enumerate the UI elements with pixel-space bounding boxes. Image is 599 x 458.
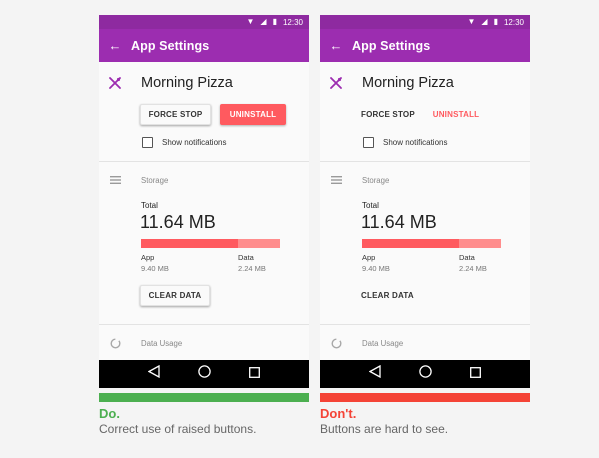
app-legend-value: 9.40 MB — [362, 264, 390, 273]
status-time: 12:30 — [503, 17, 524, 27]
notifications-row[interactable]: Show notifications — [363, 137, 447, 148]
uninstall-button[interactable]: UNINSTALL — [426, 104, 486, 125]
clear-data-button[interactable]: CLEAR DATA — [361, 285, 431, 306]
status-bar: ▼ ◢ ▮ 12:30 — [99, 15, 309, 29]
storage-section-header: Storage — [320, 173, 530, 187]
do-description: Correct use of raised buttons. — [99, 422, 257, 436]
app-name: Morning Pizza — [141, 75, 233, 91]
storage-bar-data — [238, 239, 280, 248]
data-usage-circle-icon — [99, 337, 131, 349]
arrow-back-icon[interactable]: ← — [320, 38, 352, 53]
notifications-label: Show notifications — [383, 138, 448, 147]
do-indicator-bar — [99, 393, 309, 402]
data-legend-value: 2.24 MB — [238, 264, 266, 273]
recents-square-icon[interactable] — [249, 365, 260, 383]
notifications-row[interactable]: Show notifications — [142, 137, 226, 148]
data-usage-circle-icon — [320, 337, 352, 349]
total-value: 11.64 MB — [361, 212, 437, 232]
dont-indicator-bar — [320, 393, 530, 402]
data-usage-label: Data Usage — [141, 338, 183, 348]
app-name: Morning Pizza — [362, 75, 454, 91]
signal-icon: ◢ — [481, 17, 488, 26]
storage-bar-app — [141, 239, 239, 248]
app-legend: App 9.40 MB — [362, 252, 390, 274]
storage-bar-data — [459, 239, 501, 248]
signal-icon: ◢ — [260, 17, 267, 26]
total-value: 11.64 MB — [140, 212, 216, 232]
storage-label: Storage — [362, 175, 390, 185]
total-label: Total — [362, 201, 379, 210]
battery-icon: ▮ — [272, 17, 277, 26]
data-usage-section-header: Data Usage — [99, 336, 309, 350]
notifications-checkbox[interactable] — [142, 137, 153, 148]
app-legend: App 9.40 MB — [141, 252, 169, 274]
storage-label: Storage — [141, 175, 169, 185]
recents-square-icon[interactable] — [470, 365, 481, 383]
status-bar: ▼ ◢ ▮ 12:30 — [320, 15, 530, 29]
back-triangle-icon[interactable] — [368, 364, 381, 383]
data-usage-section-header: Data Usage — [320, 336, 530, 350]
wifi-icon: ▼ — [246, 17, 255, 26]
data-legend-label: Data — [459, 253, 475, 262]
home-circle-icon[interactable] — [419, 365, 432, 383]
total-label: Total — [141, 201, 158, 210]
notifications-label: Show notifications — [162, 138, 227, 147]
fork-knife-icon — [320, 77, 352, 89]
app-header: Morning Pizza — [320, 73, 530, 93]
arrow-back-icon[interactable]: ← — [99, 38, 131, 53]
data-legend-label: Data — [238, 253, 254, 262]
back-triangle-icon[interactable] — [147, 364, 160, 383]
uninstall-button[interactable]: UNINSTALL — [220, 104, 286, 125]
data-legend: Data 2.24 MB — [459, 252, 487, 274]
app-bar-title: App Settings — [352, 38, 431, 53]
status-time: 12:30 — [282, 17, 303, 27]
app-bar: ← App Settings — [99, 29, 309, 62]
data-legend-value: 2.24 MB — [459, 264, 487, 273]
fork-knife-icon — [99, 77, 131, 89]
app-bar: ← App Settings — [320, 29, 530, 62]
navigation-bar — [99, 360, 309, 388]
notifications-checkbox[interactable] — [363, 137, 374, 148]
storage-bar — [141, 239, 280, 248]
battery-icon: ▮ — [493, 17, 498, 26]
divider — [99, 161, 309, 162]
divider — [99, 324, 309, 325]
home-circle-icon[interactable] — [198, 365, 211, 383]
storage-list-icon — [320, 176, 352, 184]
dont-title: Don't. — [320, 406, 357, 421]
phone-screen-dont: ▼ ◢ ▮ 12:30 ← App Settings Morning Pizza… — [320, 15, 530, 388]
force-stop-button[interactable]: FORCE STOP — [140, 104, 211, 125]
navigation-bar — [320, 360, 530, 388]
clear-data-button[interactable]: CLEAR DATA — [140, 285, 210, 306]
storage-bar — [362, 239, 501, 248]
action-buttons: FORCE STOP UNINSTALL — [361, 104, 486, 125]
action-buttons: FORCE STOP UNINSTALL — [140, 104, 286, 125]
divider — [320, 324, 530, 325]
dont-description: Buttons are hard to see. — [320, 422, 449, 436]
wifi-icon: ▼ — [467, 17, 476, 26]
data-usage-label: Data Usage — [362, 338, 404, 348]
storage-section-header: Storage — [99, 173, 309, 187]
app-header: Morning Pizza — [99, 73, 309, 93]
force-stop-button[interactable]: FORCE STOP — [361, 104, 417, 125]
storage-list-icon — [99, 176, 131, 184]
phone-screen-do: ▼ ◢ ▮ 12:30 ← App Settings Morning Pizza… — [99, 15, 309, 388]
data-legend: Data 2.24 MB — [238, 252, 266, 274]
app-legend-label: App — [141, 253, 155, 262]
app-bar-title: App Settings — [131, 38, 210, 53]
app-legend-value: 9.40 MB — [141, 264, 169, 273]
divider — [320, 161, 530, 162]
app-legend-label: App — [362, 253, 376, 262]
storage-bar-app — [362, 239, 460, 248]
do-title: Do. — [99, 406, 120, 421]
